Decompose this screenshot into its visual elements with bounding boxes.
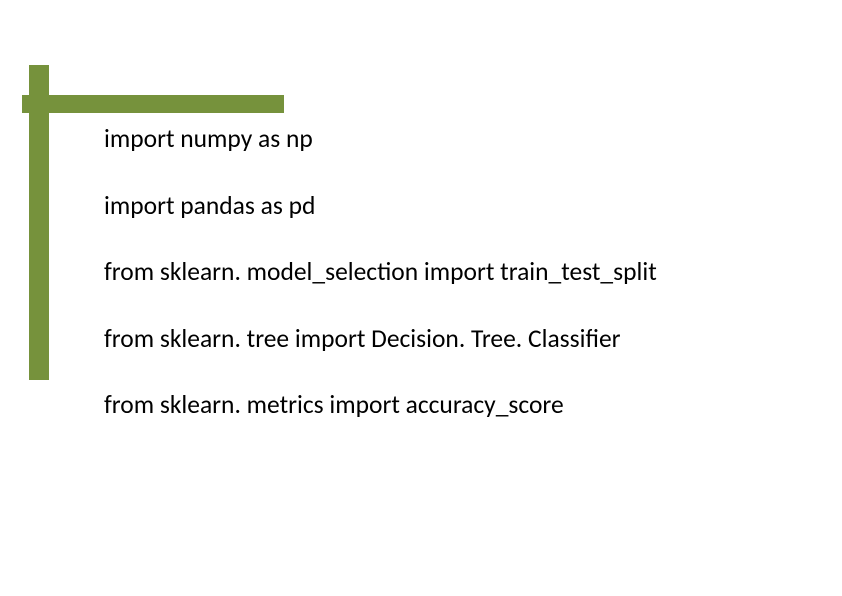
code-line: from sklearn. tree import Decision. Tree… <box>104 324 784 355</box>
code-line: import pandas as pd <box>104 191 784 222</box>
decorative-horizontal-bar <box>22 95 284 113</box>
code-line: from sklearn. metrics import accuracy_sc… <box>104 390 784 421</box>
code-line: from sklearn. model_selection import tra… <box>104 257 784 288</box>
code-content: import numpy as np import pandas as pd f… <box>104 124 784 421</box>
code-line: import numpy as np <box>104 124 784 155</box>
